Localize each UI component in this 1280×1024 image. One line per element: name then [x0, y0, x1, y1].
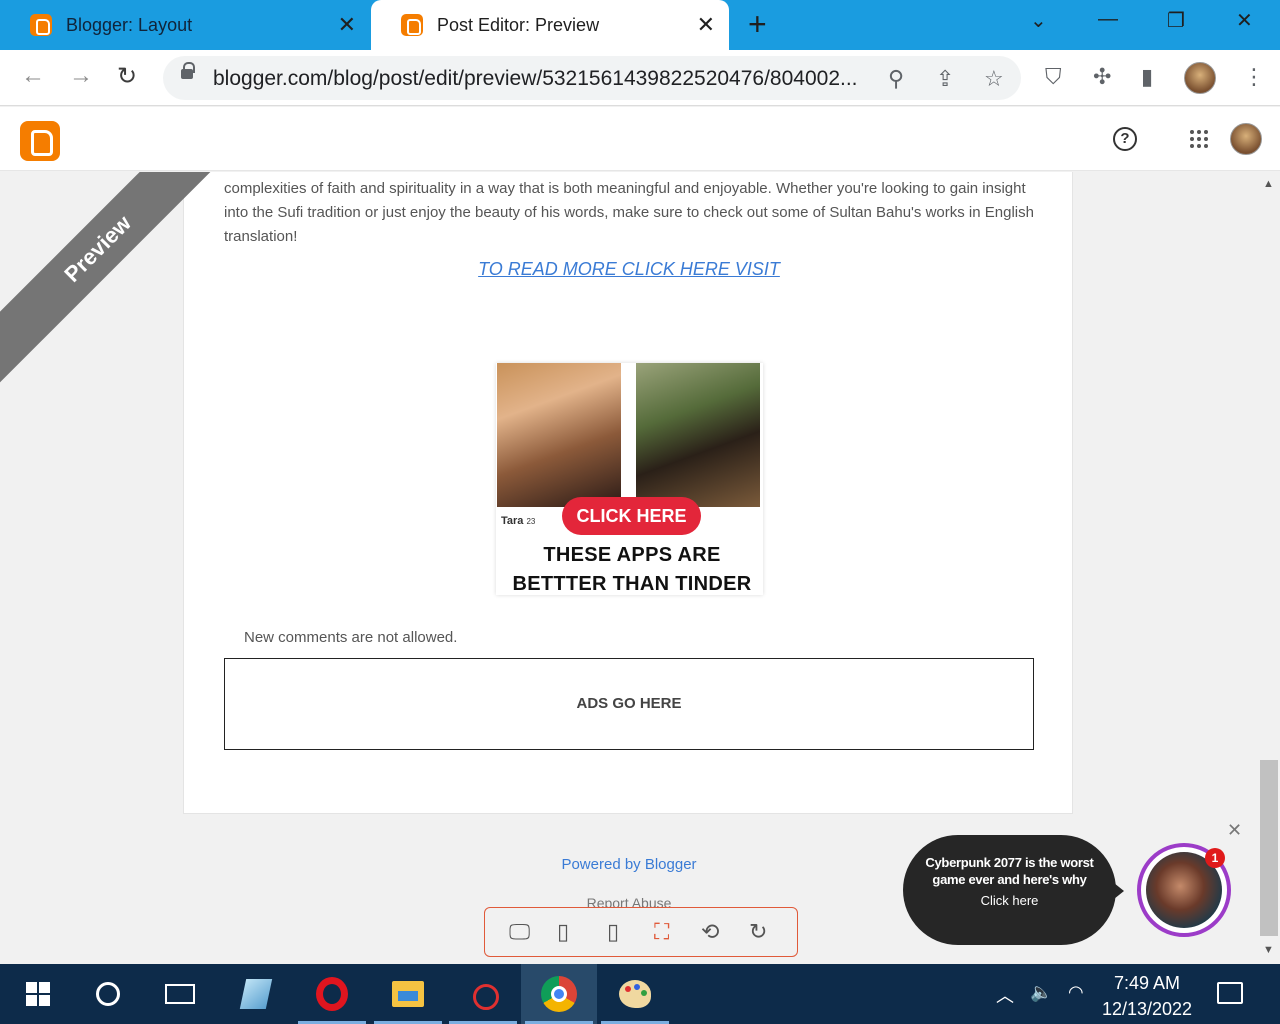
vertical-scrollbar[interactable]: ▲ ▼: [1258, 172, 1280, 964]
browser-toolbar: ← → ↻ blogger.com/blog/post/edit/preview…: [0, 50, 1280, 106]
menu-dots-icon[interactable]: ⋮: [1243, 64, 1265, 90]
cortana-button[interactable]: [70, 964, 146, 1024]
new-tab-button[interactable]: +: [748, 6, 767, 43]
notification-title: Cyberpunk 2077 is the worst game ever an…: [925, 855, 1094, 887]
comments-note: New comments are not allowed.: [244, 629, 458, 646]
opera-browser-icon: [316, 977, 348, 1011]
back-icon[interactable]: ←: [21, 62, 45, 90]
dating-ad-image[interactable]: Tara 23 CLICK HERE THESE APPS ARE BETTTE…: [496, 363, 763, 595]
notepad-icon: [239, 979, 273, 1009]
notification-cta[interactable]: Click here: [903, 893, 1116, 908]
side-panel-icon[interactable]: ▮: [1141, 64, 1153, 90]
zoom-icon[interactable]: ⚲: [888, 66, 904, 92]
fullscreen-icon[interactable]: ⛶: [654, 919, 669, 945]
ad-photo-right: [636, 363, 760, 507]
taskbar-file-explorer-app[interactable]: [370, 964, 446, 1024]
start-button[interactable]: [0, 964, 76, 1024]
task-view-icon: [165, 984, 195, 1004]
notification-badge: 1: [1205, 848, 1225, 868]
tab-post-editor-preview[interactable]: Post Editor: Preview ✕: [371, 0, 729, 50]
taskbar-opera-app[interactable]: [294, 964, 370, 1024]
ad-profile-name: Tara 23: [501, 515, 536, 527]
lock-icon[interactable]: [181, 62, 195, 79]
snipping-tool-icon: [467, 980, 499, 1010]
taskbar-clock[interactable]: 7:49 AM 12/13/2022: [1092, 970, 1202, 1022]
share-icon[interactable]: ⇪: [936, 66, 954, 92]
ad-caption: THESE APPS ARE BETTTER THAN TINDER: [512, 544, 752, 595]
read-more-link[interactable]: TO READ MORE CLICK HERE VISIT: [184, 259, 1074, 280]
forward-icon[interactable]: →: [69, 62, 93, 90]
taskbar-snipping-app[interactable]: [445, 964, 521, 1024]
tablet-icon[interactable]: ▯: [557, 919, 569, 945]
cortana-circle-icon: [96, 982, 120, 1006]
address-bar[interactable]: blogger.com/blog/post/edit/preview/53215…: [163, 56, 1021, 100]
clock-date: 12/13/2022: [1101, 999, 1193, 1019]
profile-avatar[interactable]: [1184, 62, 1216, 94]
close-tab-icon[interactable]: ✕: [338, 12, 356, 38]
blogger-favicon-icon: [401, 14, 423, 36]
show-hidden-icons-chevron-icon[interactable]: ︿: [996, 982, 1014, 1008]
clock-time: 7:49 AM: [1113, 973, 1181, 993]
tab-blogger-layout[interactable]: Blogger: Layout ✕: [0, 0, 370, 50]
taskbar-chrome-app[interactable]: [521, 964, 597, 1024]
shield-extension-icon[interactable]: ⛉: [1045, 64, 1062, 90]
device-preview-toolbar: 🖵 ▯ ▯ ⛶ ⟲ ↻: [484, 907, 798, 957]
blogger-favicon-icon: [30, 14, 52, 36]
file-explorer-icon: [392, 981, 424, 1007]
account-avatar[interactable]: [1230, 123, 1262, 155]
taskbar-paint-app[interactable]: [597, 964, 673, 1024]
scroll-thumb[interactable]: [1260, 760, 1278, 936]
browser-tab-strip: Blogger: Layout ✕ Post Editor: Preview ✕…: [0, 0, 1280, 50]
tab-search-icon[interactable]: ⌄: [1030, 8, 1047, 33]
post-card: complexities of faith and spirituality i…: [183, 172, 1073, 814]
close-tab-icon[interactable]: ✕: [697, 12, 715, 38]
post-body-text: complexities of faith and spirituality i…: [224, 180, 1034, 245]
url-text[interactable]: blogger.com/blog/post/edit/preview/53215…: [213, 67, 858, 91]
desktop-icon[interactable]: 🖵: [509, 919, 530, 945]
windows-logo-icon: [26, 982, 50, 1006]
chrome-browser-icon: [541, 976, 577, 1012]
notification-bubble[interactable]: Cyberpunk 2077 is the worst game ever an…: [903, 835, 1124, 945]
extensions-puzzle-icon[interactable]: ✣: [1093, 64, 1111, 90]
help-icon[interactable]: ?: [1113, 127, 1137, 151]
refresh-icon[interactable]: ↻: [749, 919, 767, 945]
volume-icon[interactable]: 🔈: [1030, 982, 1052, 1003]
phone-icon[interactable]: ▯: [607, 919, 619, 945]
bookmark-star-icon[interactable]: ☆: [984, 66, 1004, 92]
taskbar-notepad-app[interactable]: [218, 964, 294, 1024]
task-view-button[interactable]: [142, 964, 218, 1024]
notification-close-icon[interactable]: ✕: [1227, 820, 1242, 841]
action-center-icon[interactable]: [1217, 982, 1243, 1004]
minimize-icon[interactable]: —: [1098, 8, 1118, 31]
windows-taskbar: ︿ 🔈 ◠ 7:49 AM 12/13/2022: [0, 964, 1280, 1024]
restore-icon[interactable]: ❐: [1167, 8, 1185, 33]
scroll-down-arrow-icon[interactable]: ▼: [1263, 944, 1274, 956]
ad-photo-left: [497, 363, 621, 507]
wifi-icon[interactable]: ◠: [1068, 982, 1084, 1003]
scroll-up-arrow-icon[interactable]: ▲: [1263, 178, 1274, 190]
blogger-logo-icon[interactable]: [20, 121, 60, 161]
ads-placeholder: ADS GO HERE: [224, 658, 1034, 750]
tab-title: Post Editor: Preview: [437, 14, 600, 35]
window-close-icon[interactable]: ✕: [1236, 8, 1253, 33]
apps-grid-icon[interactable]: [1190, 130, 1208, 148]
rotate-icon[interactable]: ⟲: [701, 919, 719, 945]
reload-icon[interactable]: ↻: [117, 62, 137, 91]
blogger-header: ?: [0, 107, 1280, 171]
tab-title: Blogger: Layout: [66, 14, 193, 35]
paint-palette-icon: [619, 980, 651, 1008]
ad-click-here-button[interactable]: CLICK HERE: [562, 497, 701, 535]
